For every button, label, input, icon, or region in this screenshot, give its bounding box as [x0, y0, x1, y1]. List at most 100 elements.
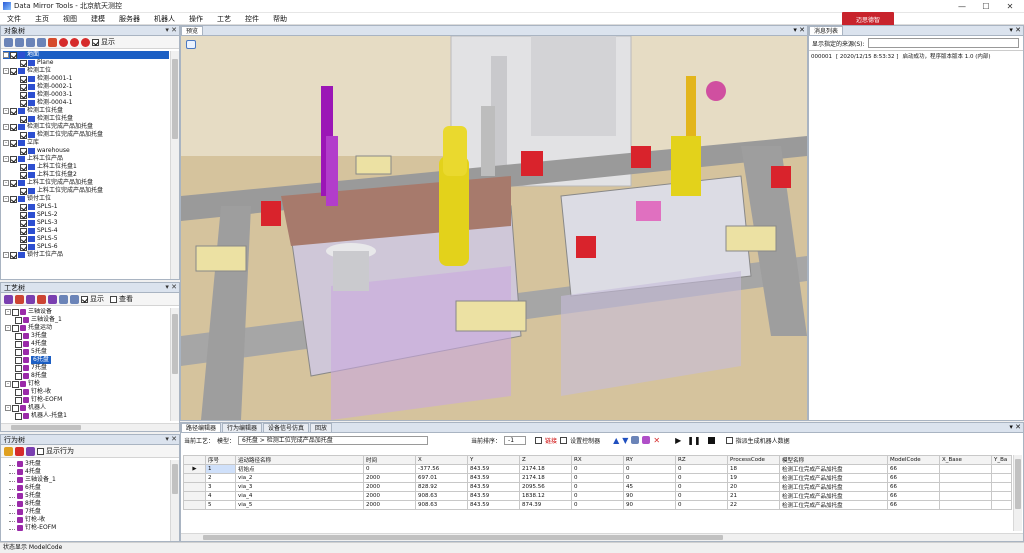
table-cell[interactable]: 2095.56 [519, 482, 572, 492]
table-cell[interactable]: via_5 [235, 500, 364, 510]
object-tree-item[interactable]: - 地面 [3, 51, 169, 59]
table-cell[interactable] [991, 491, 1012, 501]
process-tree-item[interactable]: - 三轴设备 [5, 308, 169, 316]
table-cell[interactable]: 检测工位完成产品加托盘 [779, 464, 888, 474]
tool-icon-8[interactable] [81, 37, 90, 47]
behavior-item[interactable]: 钉枪-收 [9, 516, 169, 524]
behavior-item[interactable]: 3托盘 [9, 460, 169, 468]
column-header[interactable]: RX [571, 455, 624, 465]
visibility-checkbox[interactable] [20, 115, 27, 123]
process-checkbox[interactable] [15, 396, 22, 404]
process-checkbox[interactable] [12, 404, 19, 412]
process-tree-item[interactable]: 钉枪-收 [5, 388, 169, 396]
visibility-checkbox[interactable] [20, 163, 27, 171]
behavior-item[interactable]: 7托盘 [9, 508, 169, 516]
table-cell[interactable] [991, 482, 1012, 492]
model-select[interactable]: 6托盘 > 检测工位完成产品加托盘 [238, 435, 429, 445]
behavior-item[interactable]: 6托盘 [9, 484, 169, 492]
stop-icon[interactable] [707, 436, 715, 444]
row-indicator[interactable] [183, 500, 206, 510]
column-header[interactable]: RZ [675, 455, 728, 465]
visibility-checkbox[interactable] [10, 179, 17, 187]
visibility-checkbox[interactable] [20, 147, 27, 155]
process-checkbox[interactable] [15, 348, 22, 356]
row-indicator[interactable] [183, 482, 206, 492]
table-cell[interactable]: 843.59 [467, 500, 520, 510]
row-indicator[interactable]: ▶ [183, 464, 206, 474]
object-tree-item[interactable]: 上料工位完成产品加托盘 [3, 187, 169, 195]
visibility-checkbox[interactable] [20, 243, 27, 251]
table-cell[interactable]: 18 [727, 464, 780, 474]
table-cell[interactable]: 0 [571, 464, 624, 474]
table-cell[interactable]: 843.59 [467, 473, 520, 483]
process-tree-item[interactable]: 5托盘 [5, 348, 169, 356]
show-behavior-checkbox[interactable] [37, 447, 44, 455]
process-checkbox[interactable] [12, 324, 19, 332]
table-row[interactable]: 3 via_3 2000 828.92 843.59 2095.56 0 45 0 20 检测工位完… [183, 482, 1012, 492]
behavior-item[interactable]: 4托盘 [9, 468, 169, 476]
minimize-button[interactable]: — [950, 0, 974, 13]
table-cell[interactable]: 检测工位完成产品加托盘 [779, 491, 888, 501]
visibility-checkbox[interactable] [10, 123, 17, 131]
object-tree-item[interactable]: - 检测工位 [3, 67, 169, 75]
column-header[interactable]: Z [519, 455, 572, 465]
process-checkbox[interactable] [12, 308, 19, 316]
table-cell[interactable]: 2 [205, 473, 236, 483]
table-cell[interactable]: 0 [571, 473, 624, 483]
behavior-item[interactable]: 5托盘 [9, 492, 169, 500]
object-tree-item[interactable]: SPLS-3 [3, 219, 169, 227]
table-cell[interactable]: 2174.18 [519, 464, 572, 474]
column-header[interactable]: 序号 [205, 455, 236, 465]
table-cell[interactable]: 4 [205, 491, 236, 501]
tool-icon-2[interactable] [15, 37, 24, 47]
tool-icon-4[interactable] [37, 294, 46, 304]
table-cell[interactable]: 19 [727, 473, 780, 483]
table-cell[interactable]: 66 [887, 500, 940, 510]
object-tree-item[interactable]: 检测工位托盘 [3, 115, 169, 123]
behavior-scrollbar[interactable] [170, 460, 179, 541]
visibility-checkbox[interactable] [20, 131, 27, 139]
table-cell[interactable]: 0 [675, 491, 728, 501]
process-tree-item[interactable]: - 钉枪 [5, 380, 169, 388]
tab-preview[interactable]: 预览 [181, 26, 204, 35]
process-checkbox[interactable] [15, 364, 22, 372]
table-cell[interactable]: 3 [205, 482, 236, 492]
expand-toggle-icon[interactable]: - [3, 68, 9, 74]
expand-toggle-icon[interactable]: - [3, 52, 9, 58]
source-input[interactable] [867, 38, 1019, 48]
visibility-checkbox[interactable] [20, 219, 27, 227]
play-icon[interactable]: ▶ [675, 436, 681, 445]
message-row[interactable]: 000001 [ 2020/12/15 8:53:32 ] 启动成功，程序版本版本 … [811, 53, 1021, 61]
bottom-tab[interactable]: 回放 [310, 423, 333, 432]
table-cell[interactable]: 0 [623, 473, 676, 483]
column-header[interactable]: X [415, 455, 468, 465]
visibility-checkbox[interactable] [10, 155, 17, 163]
edit-behavior-icon[interactable] [26, 446, 35, 456]
3d-viewport[interactable] [181, 36, 807, 420]
table-cell[interactable]: 843.59 [467, 464, 520, 474]
link-checkbox[interactable] [535, 436, 543, 444]
expand-toggle-icon[interactable]: - [5, 309, 11, 315]
visibility-checkbox[interactable] [20, 235, 27, 243]
process-tree-item[interactable]: - 机器人 [5, 404, 169, 412]
table-cell[interactable]: 828.92 [415, 482, 468, 492]
object-tree-item[interactable]: 检测-0001-1 [3, 75, 169, 83]
table-cell[interactable]: 22 [727, 500, 780, 510]
column-header[interactable]: Y [467, 455, 520, 465]
visibility-checkbox[interactable] [20, 91, 27, 99]
bottom-tab[interactable]: 路径编辑器 [181, 423, 222, 432]
menu-item[interactable]: 工艺 [210, 14, 238, 24]
row-indicator[interactable] [183, 491, 206, 501]
table-cell[interactable]: 0 [675, 482, 728, 492]
panel-pin-close-icon[interactable]: ▾ ✕ [165, 26, 177, 34]
tool-icon-5[interactable] [48, 294, 57, 304]
add-behavior-icon[interactable] [4, 446, 13, 456]
expand-toggle-icon[interactable]: - [3, 124, 9, 130]
tool-icon-4[interactable] [37, 37, 46, 47]
tool-icon-7[interactable] [70, 37, 79, 47]
table-cell[interactable]: -377.56 [415, 464, 468, 474]
table-cell[interactable]: 0 [363, 464, 416, 474]
visibility-checkbox[interactable] [20, 59, 27, 67]
visibility-checkbox[interactable] [10, 139, 17, 147]
visibility-checkbox[interactable] [10, 107, 17, 115]
